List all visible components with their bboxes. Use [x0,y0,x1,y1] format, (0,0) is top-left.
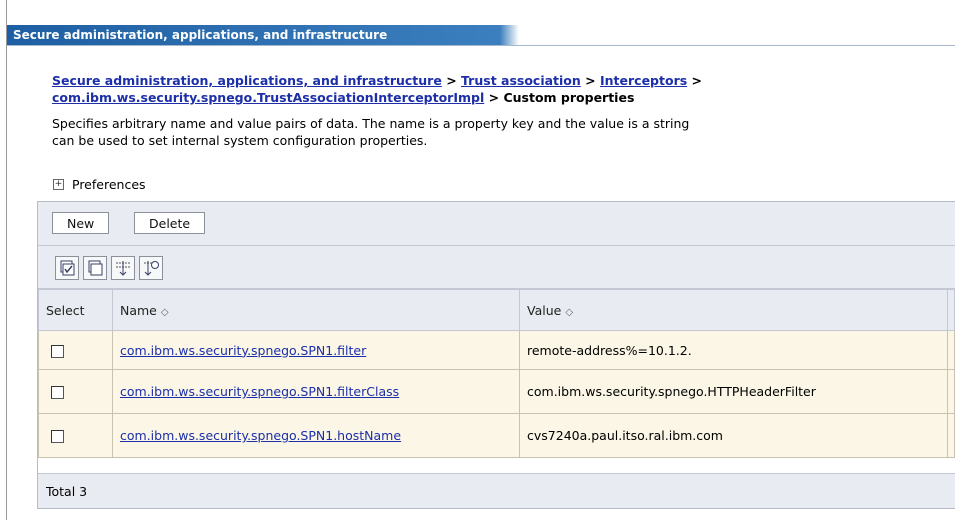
value-cell: cvs7240a.paul.itso.ral.ibm.com [519,413,948,458]
breadcrumb-link-interceptor-impl[interactable]: com.ibm.ws.security.spnego.TrustAssociat… [52,90,484,105]
select-cell [38,369,113,414]
delete-button[interactable]: Delete [134,212,206,234]
name-cell: com.ibm.ws.security.spnego.SPN1.filter [112,330,520,370]
description-line: Specifies arbitrary name and value pairs… [52,116,690,131]
breadcrumb-link-interceptors[interactable]: Interceptors [600,73,687,88]
spacer-cell [947,330,955,370]
column-header-select: Select [38,289,113,331]
preferences-toggle[interactable]: + Preferences [53,177,146,192]
breadcrumb-separator: > [691,73,703,88]
spacer-cell [947,413,955,458]
expand-plus-icon: + [53,179,64,190]
page-description: Specifies arbitrary name and value pairs… [52,115,950,149]
value-cell: remote-address%=10.1.2. [519,330,948,370]
expand-collapse-icon[interactable] [111,256,135,280]
portlet-title-bar: Secure administration, applications, and… [7,25,955,46]
name-cell: com.ibm.ws.security.spnego.SPN1.hostName [112,413,520,458]
breadcrumb-current: Custom properties [503,90,635,105]
property-name-link[interactable]: com.ibm.ws.security.spnego.SPN1.filterCl… [120,384,399,399]
column-header-value[interactable]: Value ◇ [519,289,948,331]
value-cell: com.ibm.ws.security.spnego.HTTPHeaderFil… [519,369,948,414]
column-header-spacer [947,289,955,331]
name-cell: com.ibm.ws.security.spnego.SPN1.filterCl… [112,369,520,414]
breadcrumb-separator: > [446,73,457,88]
icon-toolbar [38,246,955,289]
select-cell [38,330,113,370]
spacer-cell [947,369,955,414]
custom-properties-table: Select Name ◇ Value ◇ com.ibm.ws.security.… [38,289,955,458]
property-name-link[interactable]: com.ibm.ws.security.spnego.SPN1.hostName [120,428,401,443]
deselect-all-icon[interactable] [83,256,107,280]
breadcrumb: Secure administration, applications, and… [52,72,952,106]
sort-icon[interactable]: ◇ [161,307,169,318]
button-toolbar: New Delete [38,202,955,246]
new-button[interactable]: New [52,212,110,234]
table-total: Total 3 [38,473,955,508]
table-row: com.ibm.ws.security.spnego.SPN1.filterCl… [38,369,955,414]
row-checkbox[interactable] [51,386,64,399]
column-header-name[interactable]: Name ◇ [112,289,520,331]
description-line: can be used to set internal system confi… [52,133,428,148]
select-cell [38,413,113,458]
breadcrumb-separator: > [585,73,596,88]
portlet-title: Secure administration, applications, and… [13,28,388,42]
row-checkbox[interactable] [51,430,64,443]
select-all-icon[interactable] [55,256,79,280]
breadcrumb-separator: > [488,90,500,105]
preferences-label: Preferences [72,177,146,192]
row-checkbox[interactable] [51,344,64,358]
breadcrumb-link-secure-admin[interactable]: Secure administration, applications, and… [52,73,442,88]
properties-panel: New Delete Select Name ◇ Value ◇ com.ibm… [37,201,955,509]
table-row: com.ibm.ws.security.spnego.SPN1.hostName… [38,413,955,458]
table-row: com.ibm.ws.security.spnego.SPN1.filter r… [38,330,955,370]
breadcrumb-link-trust-association[interactable]: Trust association [461,73,581,88]
property-name-link[interactable]: com.ibm.ws.security.spnego.SPN1.filter [120,343,366,358]
filter-icon[interactable] [139,256,163,280]
sort-icon[interactable]: ◇ [565,307,573,318]
